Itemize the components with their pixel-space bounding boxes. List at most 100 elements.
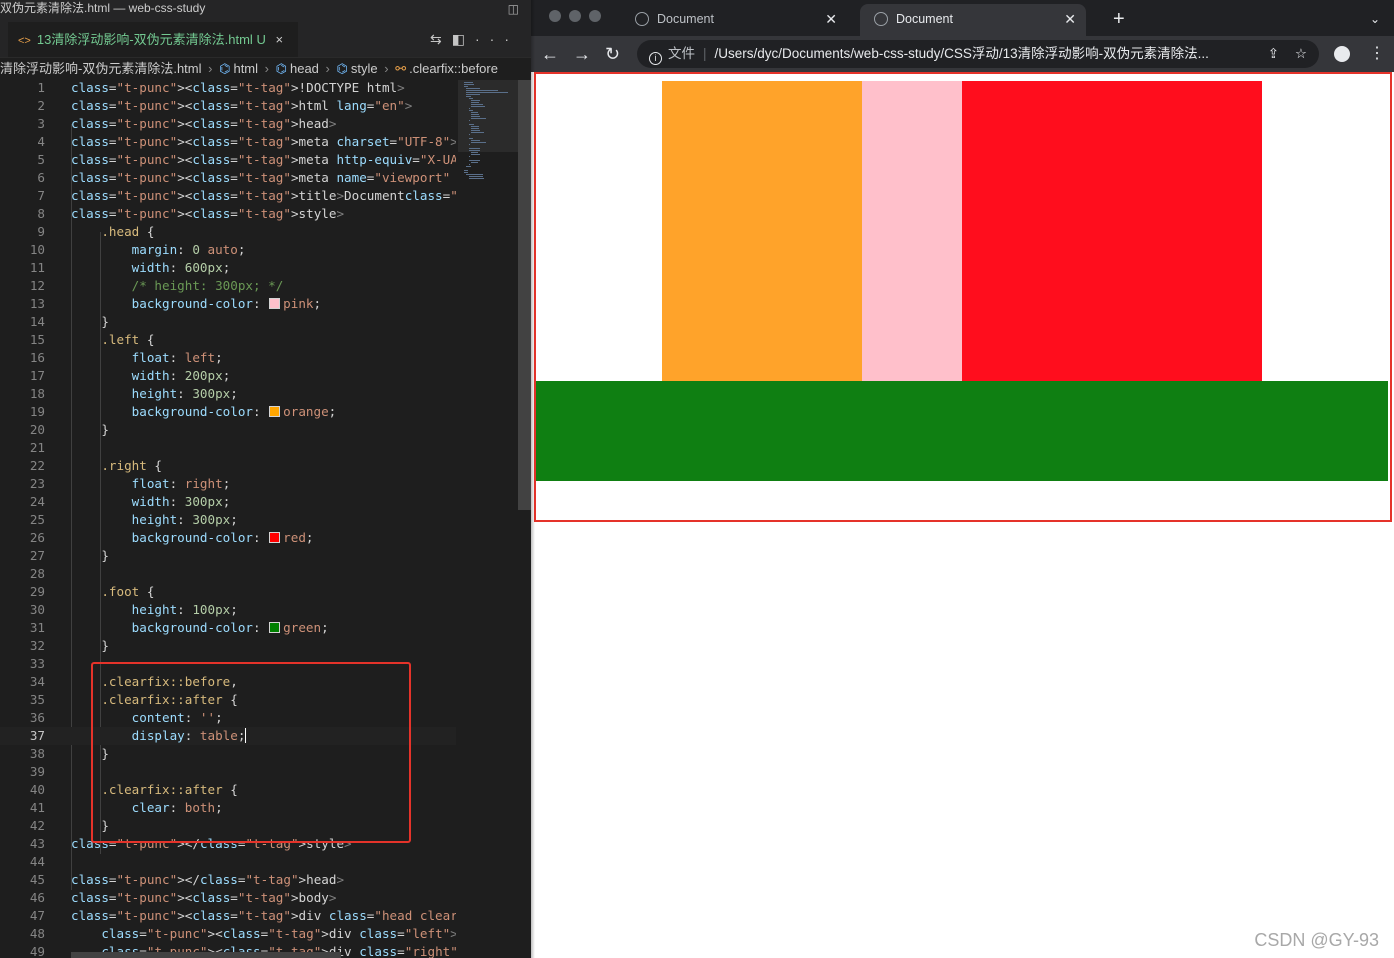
code-line[interactable]: 1 class="t-punc"><class="t-tag">!DOCTYPE … bbox=[0, 79, 456, 97]
code-line[interactable]: 27 } bbox=[0, 547, 456, 565]
code-text: } bbox=[71, 638, 109, 653]
code-line[interactable]: 45 class="t-punc"></class="t-tag">head> bbox=[0, 871, 456, 889]
code-line[interactable]: 28 bbox=[0, 565, 456, 583]
window-minimize-dot[interactable] bbox=[569, 10, 581, 22]
reload-icon[interactable]: ↻ bbox=[605, 36, 620, 72]
code-text: .foot { bbox=[101, 584, 155, 599]
browser-tab-title: Document bbox=[896, 12, 953, 26]
code-line[interactable]: 16 float: left; bbox=[0, 349, 456, 367]
line-number: 29 bbox=[29, 584, 45, 599]
browser-tab-2[interactable]: Document ✕ bbox=[860, 4, 1086, 36]
window-zoom-dot[interactable] bbox=[589, 10, 601, 22]
browser-tab-1[interactable]: Document ✕ bbox=[621, 4, 847, 36]
code-line[interactable]: 17 width: 200px; bbox=[0, 367, 456, 385]
code-text: /* height: 300px; */ bbox=[131, 278, 284, 293]
code-text: class="t-punc"><class="t-tag">div class=… bbox=[71, 908, 456, 923]
code-text: background-color: green; bbox=[131, 620, 329, 635]
code-line[interactable]: 18 height: 300px; bbox=[0, 385, 456, 403]
browser-menu-icon[interactable]: ⋮ bbox=[1369, 36, 1385, 72]
minimap-line bbox=[468, 156, 470, 157]
code-line[interactable]: 48 class="t-punc"><class="t-tag">div cla… bbox=[0, 925, 456, 943]
minimap-line bbox=[468, 148, 480, 149]
line-number: 9 bbox=[37, 224, 45, 239]
line-number: 30 bbox=[29, 602, 45, 617]
code-line[interactable]: 23 float: right; bbox=[0, 475, 456, 493]
new-tab-button[interactable]: + bbox=[1113, 4, 1125, 34]
code-line[interactable]: 5 class="t-punc"><class="t-tag">meta http… bbox=[0, 151, 456, 169]
code-line[interactable]: 22 .right { bbox=[0, 457, 456, 475]
color-swatch-icon[interactable] bbox=[269, 622, 281, 633]
line-number: 7 bbox=[37, 188, 45, 203]
editor-tab-active-file[interactable]: <> 13清除浮动影响-双伪元素清除法.html U × bbox=[8, 22, 298, 57]
browser-tab-title: Document bbox=[657, 12, 714, 26]
code-line[interactable]: 29 .foot { bbox=[0, 583, 456, 601]
code-line[interactable]: 2 class="t-punc"><class="t-tag">html lang… bbox=[0, 97, 456, 115]
code-line[interactable]: 10 margin: 0 auto; bbox=[0, 241, 456, 259]
bookmark-star-icon[interactable]: ☆ bbox=[1295, 40, 1307, 68]
code-line[interactable]: 19 background-color: orange; bbox=[0, 403, 456, 421]
vertical-scrollbar[interactable] bbox=[518, 80, 531, 958]
code-line[interactable]: 31 background-color: green; bbox=[0, 619, 456, 637]
code-line[interactable]: 7 class="t-punc"><class="t-tag">title>Doc… bbox=[0, 187, 456, 205]
split-editor-icon[interactable]: ◧ bbox=[452, 31, 475, 47]
browser-toolbar: ← → ↻ i 文件 | /Users/dyc/Documents/web-css-s… bbox=[531, 36, 1394, 72]
code-line[interactable]: 11 width: 600px; bbox=[0, 259, 456, 277]
code-line[interactable]: 13 background-color: pink; bbox=[0, 295, 456, 313]
forward-arrow-icon[interactable]: → bbox=[573, 36, 591, 72]
share-icon[interactable]: ⇪ bbox=[1268, 40, 1279, 68]
minimap-line bbox=[471, 102, 479, 103]
code-line[interactable]: 12 /* height: 300px; */ bbox=[0, 277, 456, 295]
code-line[interactable]: 15 .left { bbox=[0, 331, 456, 349]
code-line[interactable]: 32 } bbox=[0, 637, 456, 655]
code-line[interactable]: 4 class="t-punc"><class="t-tag">meta char… bbox=[0, 133, 456, 151]
demo-left-box bbox=[662, 81, 862, 381]
selector-icon: ⚯ bbox=[395, 61, 407, 76]
profile-avatar-icon[interactable] bbox=[1334, 46, 1350, 62]
line-number: 12 bbox=[29, 278, 45, 293]
more-actions-icon[interactable]: ··· bbox=[475, 31, 519, 47]
color-swatch-icon[interactable] bbox=[269, 298, 281, 309]
color-swatch-icon[interactable] bbox=[269, 406, 281, 417]
breadcrumb-item-selector[interactable]: .clearfix::before bbox=[409, 61, 498, 76]
layout-toggle-icon[interactable]: ◫ bbox=[508, 1, 519, 17]
minimap[interactable] bbox=[458, 80, 520, 958]
code-line[interactable]: 25 height: 300px; bbox=[0, 511, 456, 529]
tab-close-icon[interactable]: ✕ bbox=[825, 4, 837, 34]
line-number: 15 bbox=[29, 332, 45, 347]
line-number: 44 bbox=[29, 854, 45, 869]
breadcrumb-file[interactable]: 清除浮动影响-双伪元素清除法.html bbox=[0, 61, 202, 76]
code-line[interactable]: 26 background-color: red; bbox=[0, 529, 456, 547]
url-text[interactable]: /Users/dyc/Documents/web-css-study/CSS浮动… bbox=[715, 46, 1209, 61]
line-number: 5 bbox=[37, 152, 45, 167]
code-line[interactable]: 8 class="t-punc"><class="t-tag">style> bbox=[0, 205, 456, 223]
tab-close-icon[interactable]: × bbox=[275, 32, 283, 47]
code-line[interactable]: 46 class="t-punc"><class="t-tag">body> bbox=[0, 889, 456, 907]
color-swatch-icon[interactable] bbox=[269, 532, 281, 543]
breadcrumb-item-html[interactable]: html bbox=[233, 61, 258, 76]
chevron-down-icon[interactable]: ⌄ bbox=[1370, 4, 1380, 34]
breadcrumb-item-style[interactable]: style bbox=[351, 61, 378, 76]
code-line[interactable]: 14 } bbox=[0, 313, 456, 331]
line-number: 18 bbox=[29, 386, 45, 401]
back-arrow-icon[interactable]: ← bbox=[541, 36, 559, 72]
code-line[interactable]: 24 width: 300px; bbox=[0, 493, 456, 511]
line-number: 3 bbox=[37, 116, 45, 131]
window-close-dot[interactable] bbox=[549, 10, 561, 22]
code-line[interactable]: 44 bbox=[0, 853, 456, 871]
info-icon[interactable]: i bbox=[649, 52, 662, 65]
code-line[interactable]: 20 } bbox=[0, 421, 456, 439]
tab-close-icon[interactable]: ✕ bbox=[1064, 4, 1076, 34]
code-line[interactable]: 3 class="t-punc"><class="t-tag">head> bbox=[0, 115, 456, 133]
minimap-line bbox=[471, 126, 479, 127]
address-bar[interactable]: i 文件 | /Users/dyc/Documents/web-css-study/C… bbox=[637, 40, 1319, 68]
code-line[interactable]: 6 class="t-punc"><class="t-tag">meta name… bbox=[0, 169, 456, 187]
horizontal-scrollbar[interactable] bbox=[71, 952, 341, 958]
breadcrumb-item-head[interactable]: head bbox=[290, 61, 319, 76]
code-line[interactable]: 47 class="t-punc"><class="t-tag">div clas… bbox=[0, 907, 456, 925]
compare-changes-icon[interactable]: ⇆ bbox=[430, 31, 452, 47]
scrollbar-thumb[interactable] bbox=[518, 80, 531, 510]
code-line[interactable]: 30 height: 100px; bbox=[0, 601, 456, 619]
editor-tab-label: 13清除浮动影响-双伪元素清除法.html bbox=[36, 32, 253, 47]
code-line[interactable]: 21 bbox=[0, 439, 456, 457]
code-line[interactable]: 9 .head { bbox=[0, 223, 456, 241]
